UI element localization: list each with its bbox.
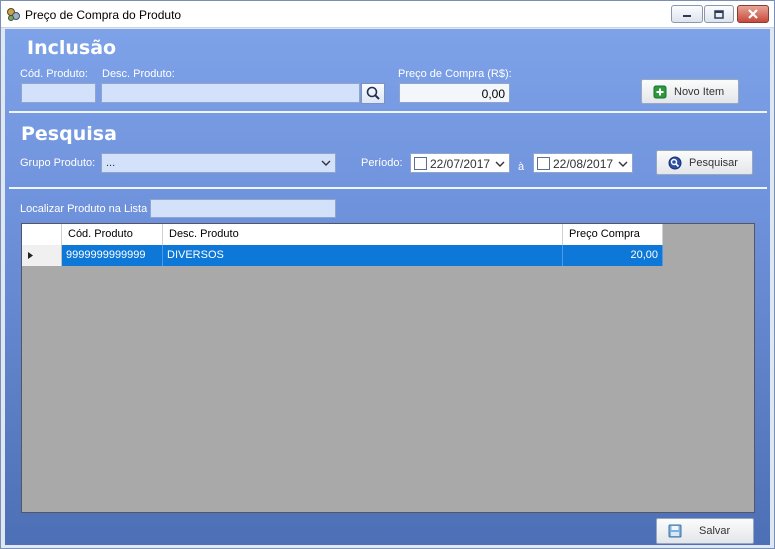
novo-item-label: Novo Item	[674, 86, 725, 98]
cod-produto-input[interactable]	[21, 83, 96, 103]
data-fim-value: 22/08/2017	[553, 157, 614, 171]
grupo-produto-value: ...	[106, 157, 116, 169]
close-button[interactable]	[737, 5, 769, 23]
cell-preco[interactable]: 20,00	[563, 245, 663, 266]
localizar-input[interactable]	[150, 199, 336, 218]
cell-desc[interactable]: DIVERSOS	[163, 245, 563, 266]
data-inicio-picker[interactable]: 22/07/2017	[410, 153, 510, 173]
pesquisar-button[interactable]: Pesquisar	[656, 150, 753, 175]
maximize-button[interactable]	[704, 5, 734, 23]
search-icon	[668, 156, 682, 170]
periodo-separator: à	[518, 161, 525, 173]
data-inicio-checkbox[interactable]	[414, 157, 427, 170]
produtos-grid[interactable]: Cód. Produto Desc. Produto Preço Compra …	[21, 223, 755, 513]
cell-cod[interactable]: 9999999999999	[62, 245, 163, 266]
chevron-down-icon	[618, 161, 628, 167]
separator-1	[9, 111, 767, 113]
row-selector[interactable]	[22, 245, 62, 266]
add-icon	[653, 85, 667, 99]
pesquisar-label: Pesquisar	[689, 157, 738, 169]
separator-2	[9, 187, 767, 189]
salvar-button[interactable]: Salvar	[656, 518, 754, 544]
cod-produto-label: Cód. Produto:	[20, 68, 88, 80]
periodo-label: Período:	[361, 157, 403, 169]
column-header-cod[interactable]: Cód. Produto	[62, 224, 163, 245]
preco-compra-label: Preço de Compra (R$):	[398, 68, 512, 80]
section-title-pesquisa: Pesquisa	[21, 123, 117, 145]
save-icon	[668, 524, 682, 538]
preco-compra-input[interactable]: 0,00	[399, 83, 510, 103]
column-header-desc[interactable]: Desc. Produto	[163, 224, 563, 245]
title-bar: Preço de Compra do Produto	[1, 1, 774, 28]
restore-icon	[714, 9, 724, 19]
salvar-label: Salvar	[699, 525, 731, 537]
data-inicio-value: 22/07/2017	[430, 157, 491, 171]
novo-item-button[interactable]: Novo Item	[641, 79, 739, 104]
minimize-button[interactable]	[671, 5, 703, 23]
section-title-inclusao: Inclusão	[27, 37, 117, 59]
window-title: Preço de Compra do Produto	[25, 8, 182, 22]
grupo-produto-select[interactable]: ...	[101, 153, 336, 173]
search-icon	[366, 86, 380, 100]
minimize-icon	[683, 15, 691, 17]
row-header-corner	[22, 224, 62, 245]
chevron-down-icon	[321, 160, 331, 166]
localizar-label: Localizar Produto na Lista	[20, 203, 148, 215]
close-icon	[748, 9, 758, 19]
app-icon	[7, 8, 20, 21]
form-panel: Inclusão Cód. Produto: Desc. Produto: Pr…	[5, 29, 770, 545]
data-fim-picker[interactable]: 22/08/2017	[533, 153, 633, 173]
column-header-preco[interactable]: Preço Compra	[563, 224, 663, 245]
table-row[interactable]: 9999999999999 DIVERSOS 20,00	[22, 245, 663, 266]
desc-produto-input[interactable]	[101, 83, 360, 103]
search-produto-button[interactable]	[361, 83, 385, 104]
chevron-down-icon	[495, 161, 505, 167]
current-row-arrow-icon	[28, 252, 33, 259]
grupo-produto-label: Grupo Produto:	[20, 157, 96, 169]
desc-produto-label: Desc. Produto:	[102, 68, 175, 80]
preco-compra-value: 0,00	[481, 87, 505, 101]
grid-header: Cód. Produto Desc. Produto Preço Compra	[22, 224, 663, 245]
data-fim-checkbox[interactable]	[537, 157, 550, 170]
main-window: Preço de Compra do Produto Inclusão Cód.…	[0, 0, 775, 549]
